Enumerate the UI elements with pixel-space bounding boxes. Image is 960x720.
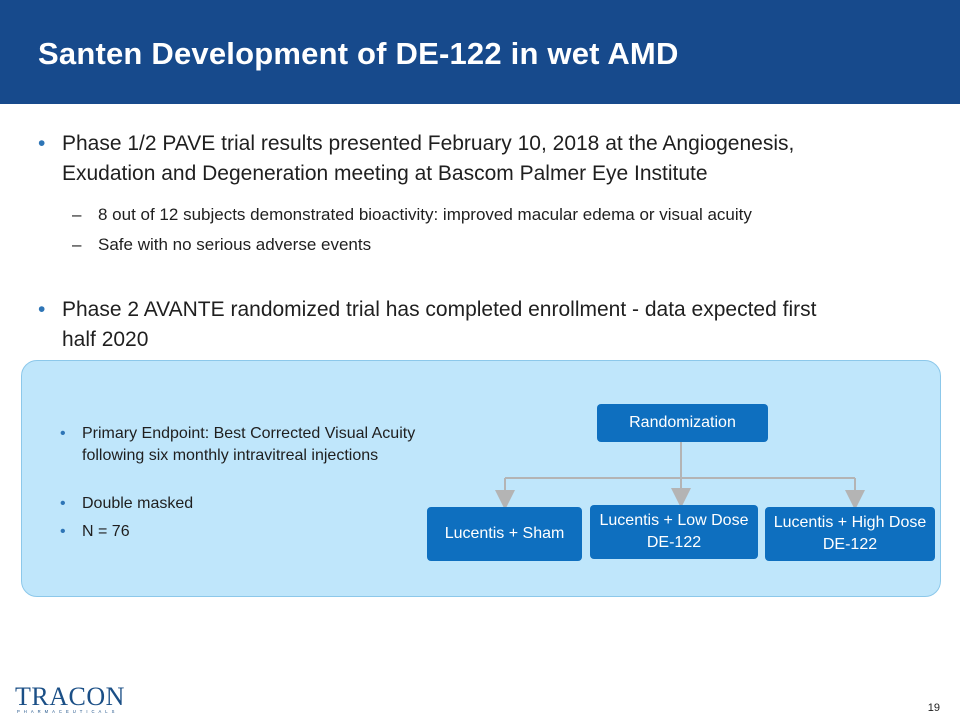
arm-low-dose-box: Lucentis + Low Dose DE-122	[590, 505, 758, 559]
arm-high-dose-label: Lucentis + High Dose DE-122	[773, 514, 927, 553]
arm-sham-label: Lucentis + Sham	[444, 525, 565, 542]
flow-connectors	[495, 442, 865, 510]
arm-low-dose-label: Lucentis + Low Dose DE-122	[599, 512, 749, 551]
arm-high-dose-box: Lucentis + High Dose DE-122	[765, 507, 935, 561]
arm-sham-box: Lucentis + Sham	[427, 507, 582, 561]
tracon-logo: TRACON PHARMACEUTICALS	[15, 683, 125, 714]
logo-wordmark: TRACON	[15, 683, 125, 711]
page-number: 19	[927, 702, 940, 714]
logo-subtext: PHARMACEUTICALS	[17, 709, 118, 714]
randomization-label: Randomization	[629, 414, 736, 431]
randomization-box: Randomization	[597, 404, 768, 442]
